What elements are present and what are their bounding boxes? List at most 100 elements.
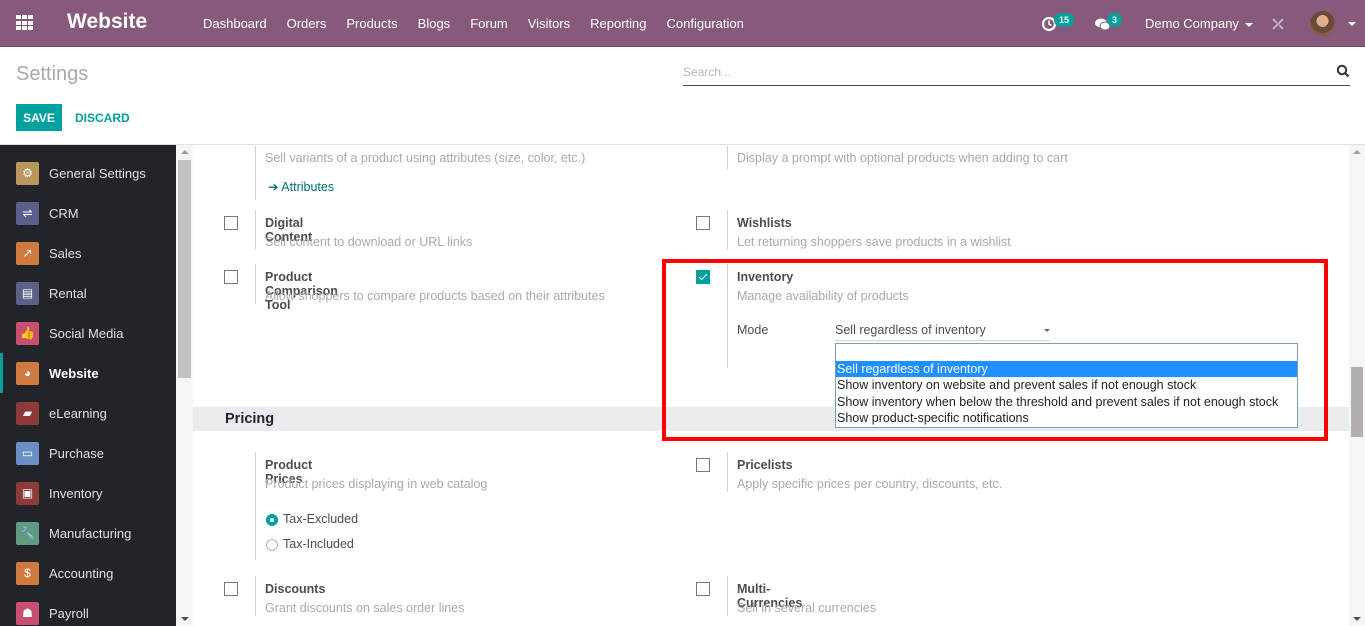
sidebar-item-label: Accounting [49,565,114,581]
chevron-down-icon [1044,329,1050,332]
settings-sidebar: ⚙ General Settings ⇌ CRM ↗ Sales ▤ Rental 👍 Socia… [0,145,176,626]
sidebar-item-label: Inventory [49,485,103,501]
user-menu-chevron-icon[interactable] [1348,22,1356,26]
inventory-mode-select[interactable]: Sell regardless of inventory [835,321,1050,341]
discounts-description: Grant discounts on sales order lines [265,601,465,615]
sidebar-item-website[interactable]: ◕ Website [0,353,176,393]
menu-products[interactable]: Products [336,16,407,31]
optional-products-description: Display a prompt with optional products … [737,151,1068,165]
menu-orders[interactable]: Orders [277,16,337,31]
sidebar-scrollbar[interactable] [176,145,193,626]
sidebar-item-elearning[interactable]: ▰ eLearning [0,393,176,433]
sidebar-item-sales[interactable]: ↗ Sales [0,233,176,273]
company-switcher[interactable]: Demo Company [1145,16,1253,31]
sidebar-item-label: Purchase [49,445,104,461]
content-scrollbar[interactable] [1349,145,1365,626]
debug-tools-icon[interactable] [1270,16,1286,32]
pricelists-title: Pricelists [737,458,793,472]
scrollbar-thumb[interactable] [178,160,191,378]
scroll-up-icon[interactable] [181,150,189,154]
activity-badge: 15 [1054,13,1075,27]
search-box [683,61,1350,86]
control-panel: Settings SAVE DISCARD [0,47,1365,145]
discounts-checkbox[interactable] [224,582,238,596]
box-icon: ▣ [16,481,39,505]
menu-configuration[interactable]: Configuration [657,16,754,31]
wishlists-checkbox[interactable] [696,216,710,230]
payroll-icon: ☗ [16,601,39,625]
sidebar-item-inventory[interactable]: ▣ Inventory [0,473,176,513]
dropdown-empty-option[interactable] [836,344,1297,361]
sidebar-item-payroll[interactable]: ☗ Payroll [0,593,176,626]
chart-icon: ↗ [16,241,39,265]
sidebar-item-manufacturing[interactable]: 🔧 Manufacturing [0,513,176,553]
pricelists-checkbox[interactable] [696,458,710,472]
search-icon[interactable] [1336,64,1350,78]
pricing-section-title: Pricing [225,411,275,427]
dropdown-option[interactable]: Show product-specific notifications [836,410,1297,426]
sidebar-item-accounting[interactable]: $ Accounting [0,553,176,593]
scrollbar-thumb[interactable] [1351,367,1363,437]
messages-badge: 3 [1107,13,1123,27]
sidebar-item-general-settings[interactable]: ⚙ General Settings [0,153,176,193]
pricelists-description: Apply specific prices per country, disco… [737,477,1003,491]
sidebar-item-social-media[interactable]: 👍 Social Media [0,313,176,353]
main-menu: Dashboard Orders Products Blogs Forum Vi… [193,0,754,47]
menu-blogs[interactable]: Blogs [408,16,461,31]
sidebar-item-label: Payroll [49,605,89,621]
gear-icon: ⚙ [16,161,39,185]
activity-button[interactable]: 15 [1040,13,1080,34]
tax-included-label[interactable]: Tax-Included [283,537,354,551]
user-avatar[interactable] [1310,11,1335,36]
credit-card-icon: ▭ [16,441,39,465]
menu-forum[interactable]: Forum [460,16,518,31]
multi-currencies-description: Sell in several currencies [737,601,876,615]
sidebar-item-label: CRM [49,205,79,221]
calendar-icon: ▤ [16,281,39,305]
product-prices-description: Product prices displaying in web catalog [265,477,488,491]
save-button[interactable]: SAVE [16,104,62,131]
scroll-up-icon[interactable] [1353,150,1361,154]
digital-content-checkbox[interactable] [224,216,238,230]
mode-label: Mode [737,323,769,337]
discounts-title: Discounts [265,582,326,596]
sidebar-item-label: General Settings [49,165,146,181]
sidebar-item-label: Social Media [49,325,124,341]
tax-included-radio[interactable] [266,539,278,551]
tax-excluded-label[interactable]: Tax-Excluded [283,512,358,526]
comparison-checkbox[interactable] [224,270,238,284]
sidebar-item-label: eLearning [49,405,107,421]
sidebar-item-rental[interactable]: ▤ Rental [0,273,176,313]
dropdown-option[interactable]: Show inventory on website and prevent sa… [836,377,1297,393]
sidebar-item-purchase[interactable]: ▭ Purchase [0,433,176,473]
inventory-title: Inventory [737,270,794,284]
variants-description: Sell variants of a product using attribu… [265,151,586,165]
wishlists-title: Wishlists [737,216,792,230]
sidebar-item-label: Website [49,365,99,381]
app-name: Website [67,10,148,33]
menu-visitors[interactable]: Visitors [518,16,580,31]
wrench-icon: 🔧 [16,521,39,545]
scroll-down-icon[interactable] [181,617,189,621]
arrow-right-icon: ➔ [268,180,279,194]
elearning-icon: ▰ [16,401,39,425]
dropdown-option[interactable]: Sell regardless of inventory [836,361,1297,377]
page-title: Settings [16,63,89,85]
inventory-checkbox[interactable] [696,270,710,284]
top-navbar: Website Dashboard Orders Products Blogs … [0,0,1365,47]
dropdown-option[interactable]: Show inventory when below the threshold … [836,394,1297,410]
attributes-link[interactable]: ➔ Attributes [268,179,334,194]
scroll-down-icon[interactable] [1353,617,1361,621]
tax-excluded-radio[interactable] [266,514,278,526]
multi-currencies-checkbox[interactable] [696,582,710,596]
sidebar-item-crm[interactable]: ⇌ CRM [0,193,176,233]
menu-reporting[interactable]: Reporting [580,16,656,31]
messages-button[interactable]: 3 [1094,13,1128,34]
menu-dashboard[interactable]: Dashboard [193,16,277,31]
inventory-mode-dropdown: Sell regardless of inventory Show invent… [835,343,1298,428]
thumbs-up-icon: 👍 [16,321,39,345]
discard-button[interactable]: DISCARD [70,104,135,131]
apps-menu-icon[interactable] [16,15,34,31]
invoice-icon: $ [16,561,39,585]
search-input[interactable] [683,61,1303,83]
